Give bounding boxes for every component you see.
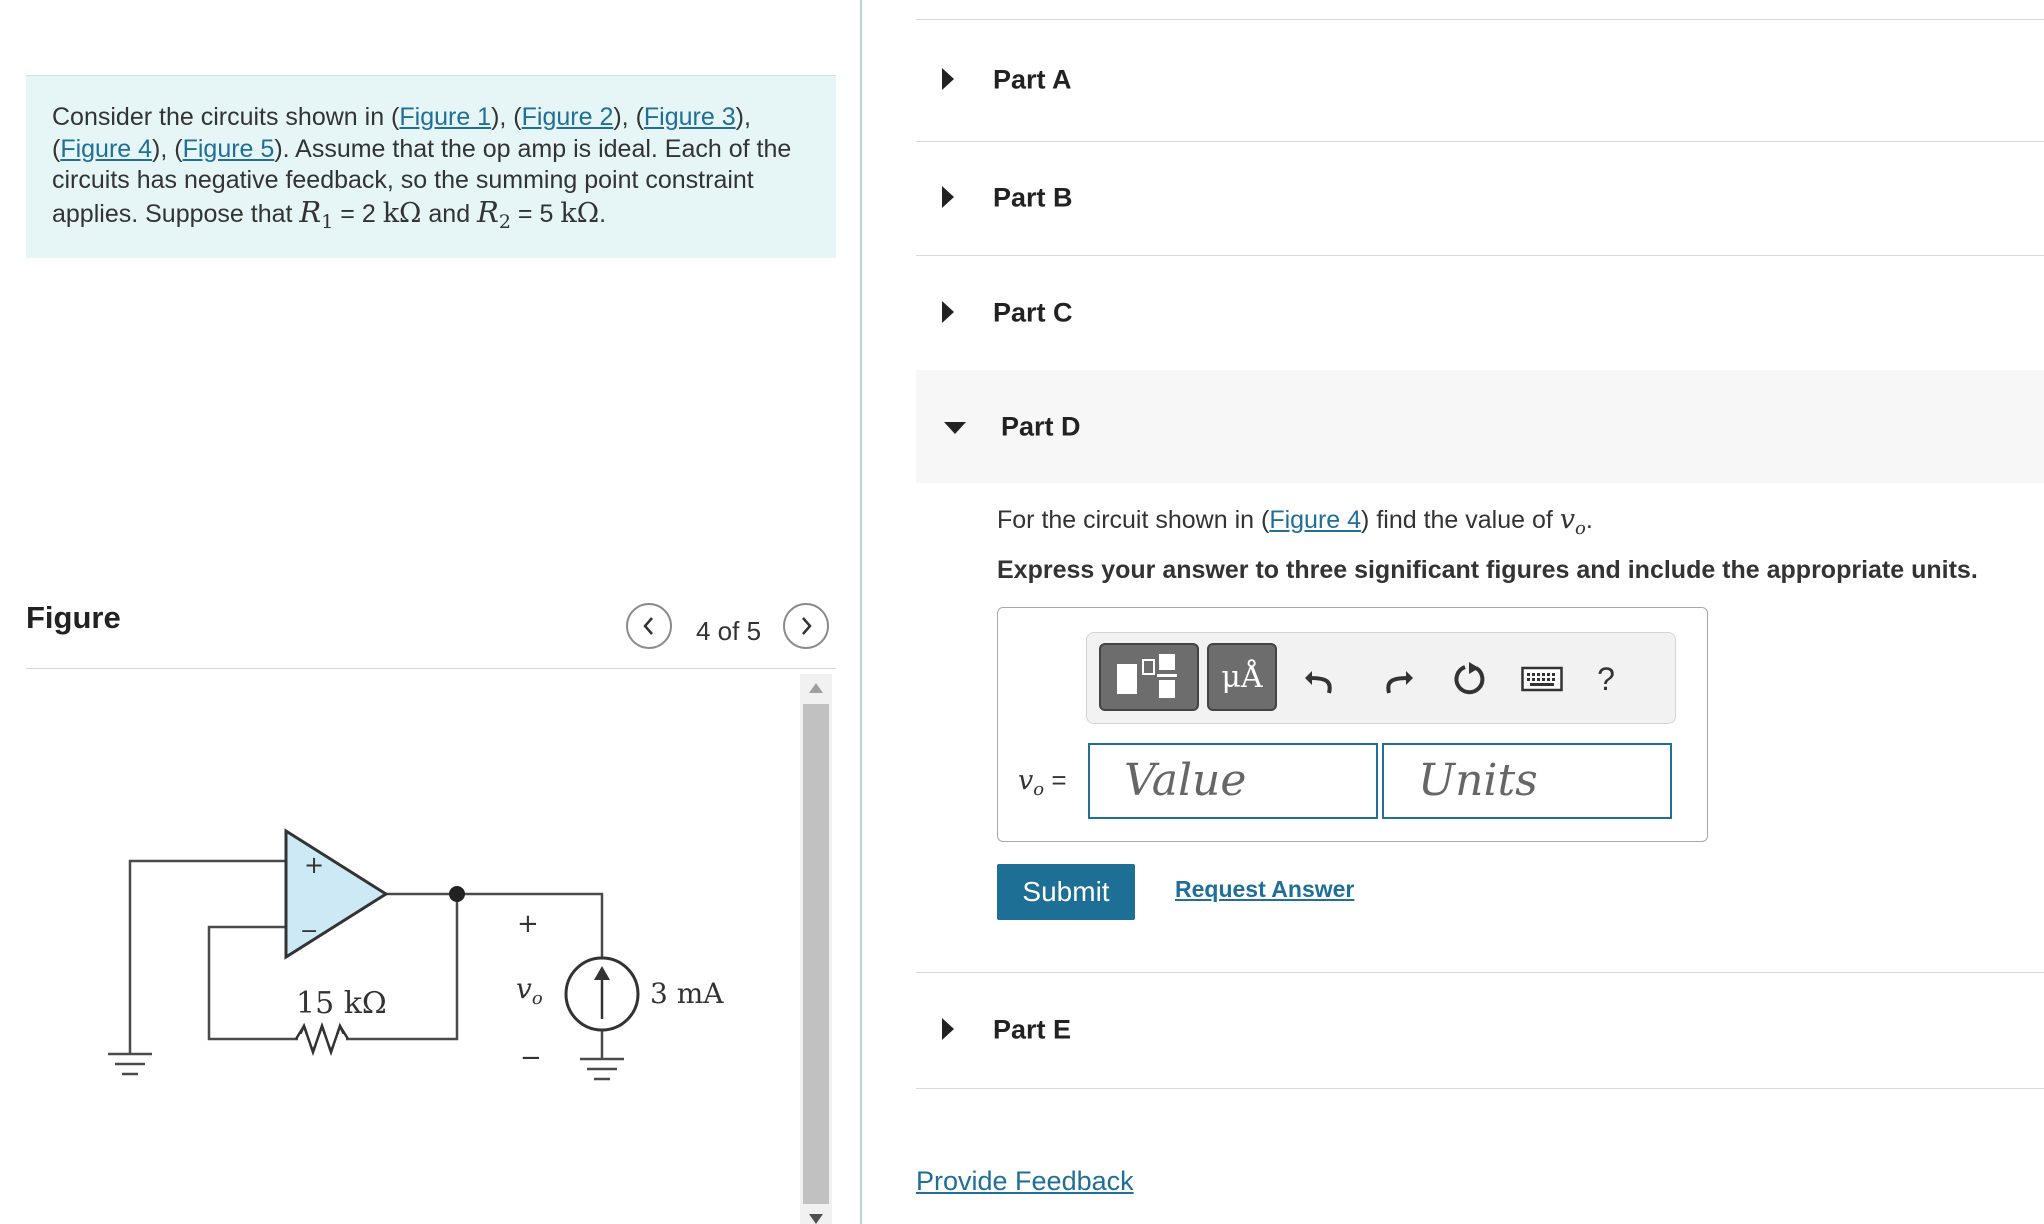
next-figure-button[interactable] <box>783 603 829 649</box>
part-c-header[interactable]: Part C <box>916 255 2044 370</box>
expand-arrow-icon <box>942 1018 954 1040</box>
figure-3-link[interactable]: Figure 3 <box>644 103 736 131</box>
intro-text-3: ), ( <box>613 103 644 131</box>
reset-icon <box>1454 662 1485 695</box>
answer-equals: = <box>1044 765 1067 795</box>
r2-equals: = 5 <box>510 199 561 228</box>
answer-instruction: Express your answer to three significant… <box>997 556 1978 584</box>
provide-feedback-link[interactable]: Provide Feedback <box>916 1166 1134 1197</box>
value-input[interactable]: Value <box>1088 743 1378 819</box>
intro-text-1: Consider the circuits shown in ( <box>52 103 400 131</box>
figure-5-link[interactable]: Figure 5 <box>183 135 275 163</box>
part-e-label: Part E <box>993 1014 1072 1045</box>
vo-plus-label: + <box>517 909 539 939</box>
figure-4-link[interactable]: Figure 4 <box>60 135 152 163</box>
vo-minus-label: − <box>520 1043 542 1073</box>
answer-variable-label: vo = <box>1018 765 1067 800</box>
figure-2-link[interactable]: Figure 2 <box>522 103 614 131</box>
part-d-question: For the circuit shown in (Figure 4) find… <box>997 504 1593 539</box>
undo-button[interactable] <box>1295 655 1345 703</box>
question-text-end: . <box>1585 506 1593 534</box>
intro-end: . <box>599 199 607 228</box>
redo-icon <box>1386 671 1413 694</box>
part-e-header[interactable]: Part E <box>916 972 2044 1088</box>
figure-1-link[interactable]: Figure 1 <box>399 103 491 131</box>
intro-and: and <box>421 199 478 228</box>
r1-unit: kΩ <box>382 197 422 229</box>
keyboard-icon <box>1521 666 1563 692</box>
answer-vo-subscript: o <box>1033 779 1045 801</box>
r1-subscript: 1 <box>321 210 334 233</box>
figure-divider <box>26 668 836 669</box>
redo-button[interactable] <box>1373 655 1423 703</box>
chevron-right-icon <box>802 617 812 635</box>
part-b-label: Part B <box>993 182 1073 213</box>
question-vo-subscript: o <box>1575 518 1586 539</box>
templates-button[interactable] <box>1099 643 1199 711</box>
part-d-header[interactable]: Part D <box>916 370 2044 483</box>
expand-arrow-icon <box>942 300 954 323</box>
units-input[interactable]: Units <box>1382 743 1672 819</box>
undo-icon <box>1305 671 1332 694</box>
scroll-down-arrow-icon[interactable] <box>806 1212 826 1224</box>
figure-title: Figure <box>26 600 121 635</box>
expand-arrow-icon <box>942 68 954 90</box>
answer-vo-symbol: v <box>1018 765 1034 796</box>
r1-equals: = 2 <box>333 199 383 228</box>
keyboard-button[interactable] <box>1517 655 1567 703</box>
r2-symbol: R <box>477 194 499 229</box>
r2-subscript: 2 <box>498 210 511 233</box>
resistor-label: 15 kΩ <box>296 986 387 1021</box>
circuit-diagram: + − 15 kΩ + vo − 3 mA <box>108 828 724 1081</box>
expand-arrow-icon <box>942 186 954 208</box>
question-text-1: For the circuit shown in ( <box>997 506 1270 534</box>
output-wire <box>386 892 604 964</box>
plus-input-label: + <box>304 851 324 879</box>
math-toolbar: μÅ ? <box>1086 632 1676 724</box>
units-button[interactable]: μÅ <box>1207 643 1277 711</box>
part-divider <box>916 1088 2044 1089</box>
vo-label: vo <box>516 972 543 1009</box>
intro-text-2: ), ( <box>491 103 522 131</box>
fraction-template-icon <box>1117 654 1177 698</box>
collapse-arrow-icon <box>944 422 966 434</box>
question-text-2: ) find the value of <box>1361 506 1560 534</box>
intro-text-5: ), ( <box>152 134 183 163</box>
figure-counter: 4 of 5 <box>696 616 762 646</box>
output-node <box>449 886 465 902</box>
r2-unit: kΩ <box>560 197 600 229</box>
part-c-label: Part C <box>993 297 1073 327</box>
r1-symbol: R <box>299 194 322 229</box>
reset-button[interactable] <box>1445 655 1495 703</box>
part-a-header[interactable]: Part A <box>916 19 2044 141</box>
source-label: 3 mA <box>650 977 724 1010</box>
minus-input-label: − <box>300 919 318 944</box>
figure-scrollbar-thumb[interactable] <box>803 704 829 1204</box>
part-d-label: Part D <box>1001 411 1081 441</box>
part-b-header[interactable]: Part B <box>916 141 2044 255</box>
chevron-left-icon <box>643 617 653 635</box>
scroll-up-arrow-icon[interactable] <box>806 680 826 696</box>
column-divider <box>860 0 862 1224</box>
request-answer-link[interactable]: Request Answer <box>1175 876 1354 903</box>
units-button-label: μÅ <box>1221 659 1263 695</box>
question-vo-symbol: v <box>1559 504 1576 535</box>
help-button[interactable]: ? <box>1581 655 1631 703</box>
problem-statement: Consider the circuits shown in (Figure 1… <box>52 102 812 238</box>
part-a-label: Part A <box>993 64 1072 95</box>
figure-4-question-link[interactable]: Figure 4 <box>1269 506 1361 534</box>
submit-button[interactable]: Submit <box>997 864 1135 920</box>
previous-figure-button[interactable] <box>626 603 672 649</box>
